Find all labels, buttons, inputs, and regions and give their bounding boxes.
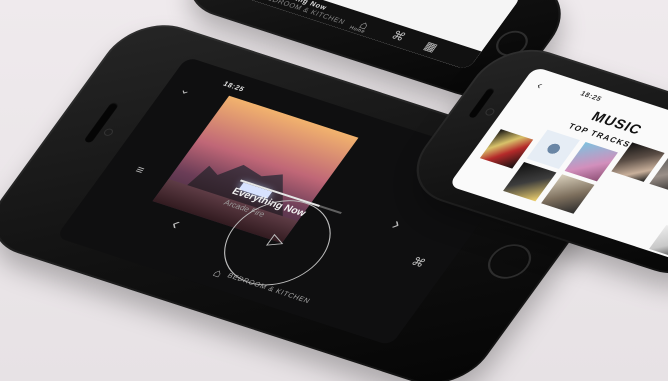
cast-icon[interactable]: ⌘ [408,255,428,271]
left-status-time: 18:25 [221,80,246,94]
left-phone-speaker [83,101,120,144]
chevron-down-icon[interactable]: ⌄ [177,83,196,98]
left-phone-home-button[interactable] [479,239,540,284]
grid-icon[interactable]: ▦ [421,39,440,54]
right-status-time: 18:25 [578,90,603,104]
cast-icon[interactable]: ⌘ [389,28,409,44]
music-tile-9[interactable] [649,224,668,260]
left-phone-camera [102,127,115,137]
list-icon[interactable]: ≡ [131,163,150,177]
back-icon[interactable]: ‹ [531,78,550,92]
promo-stage: ▷ Everything Now BEDROOM & KITCHEN ⌂ Hom… [0,0,668,381]
chevron-right-icon[interactable]: › [388,214,407,233]
chevron-left-icon[interactable]: ‹ [167,214,186,233]
right-phone-camera [483,107,497,117]
